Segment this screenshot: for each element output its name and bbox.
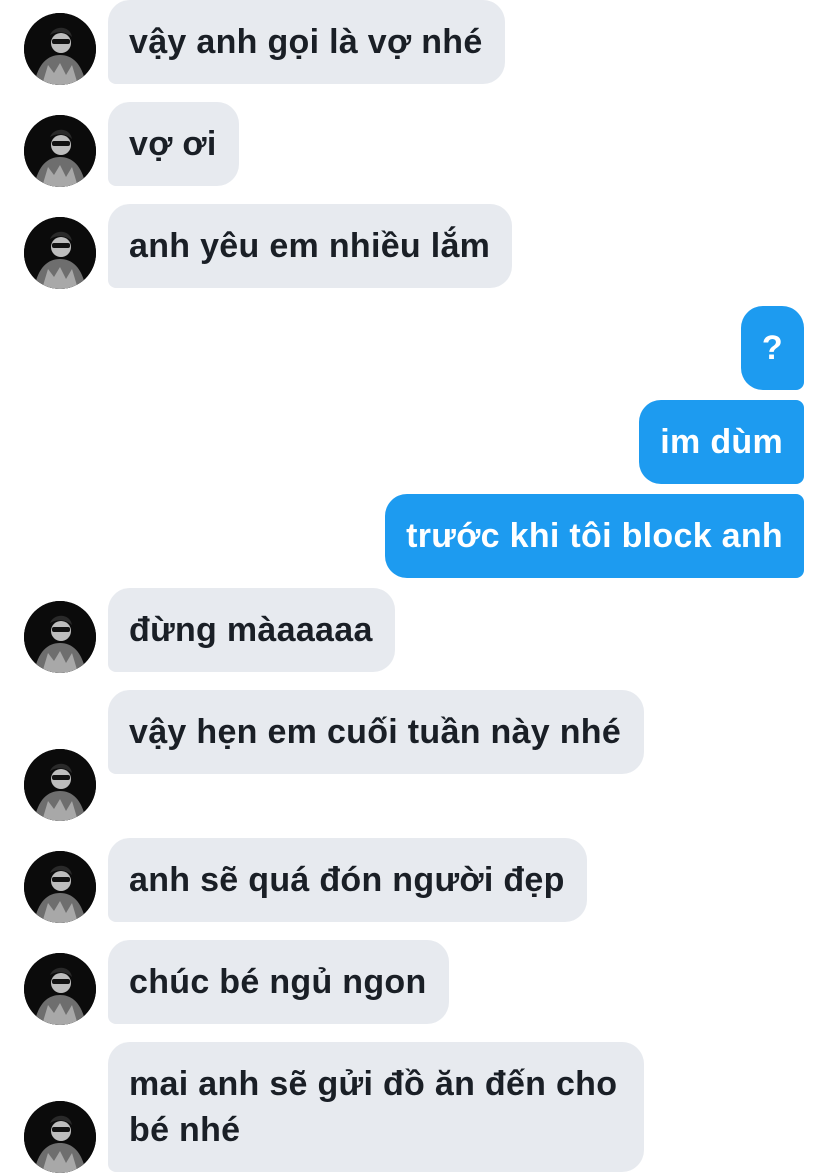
incoming-message[interactable]: anh sẽ quá đón người đẹp xyxy=(108,838,587,922)
incoming-message[interactable]: anh yêu em nhiều lắm xyxy=(108,204,513,288)
profile-photo-icon xyxy=(24,953,96,1025)
sender-avatar[interactable] xyxy=(24,601,96,673)
sender-avatar[interactable] xyxy=(24,851,96,923)
profile-photo-icon xyxy=(24,851,96,923)
incoming-message[interactable]: chúc bé ngủ ngon xyxy=(108,940,449,1024)
incoming-message[interactable]: vậy hẹn em cuối tuần này nhé xyxy=(108,690,644,774)
profile-photo-icon xyxy=(24,13,96,85)
profile-photo-icon xyxy=(24,749,96,821)
sender-avatar[interactable] xyxy=(24,115,96,187)
sender-avatar[interactable] xyxy=(24,749,96,821)
incoming-message[interactable]: vậy anh gọi là vợ nhé xyxy=(108,0,505,84)
sender-avatar[interactable] xyxy=(24,13,96,85)
sender-avatar[interactable] xyxy=(24,217,96,289)
profile-photo-icon xyxy=(24,1101,96,1173)
profile-photo-icon xyxy=(24,601,96,673)
incoming-message[interactable]: mai anh sẽ gửi đồ ăn đến cho bé nhé xyxy=(108,1042,644,1172)
sender-avatar[interactable] xyxy=(24,1101,96,1173)
conversation-thread: vậy anh gọi là vợ nhé vợ ơi anh yêu em n… xyxy=(0,0,828,1176)
outgoing-message[interactable]: trước khi tôi block anh xyxy=(385,494,804,578)
outgoing-message[interactable]: ? xyxy=(740,306,804,390)
incoming-message[interactable]: vợ ơi xyxy=(108,102,239,186)
incoming-message[interactable]: đừng màaaaaa xyxy=(108,588,395,672)
outgoing-message[interactable]: im dùm xyxy=(639,400,804,484)
profile-photo-icon xyxy=(24,115,96,187)
sender-avatar[interactable] xyxy=(24,953,96,1025)
profile-photo-icon xyxy=(24,217,96,289)
